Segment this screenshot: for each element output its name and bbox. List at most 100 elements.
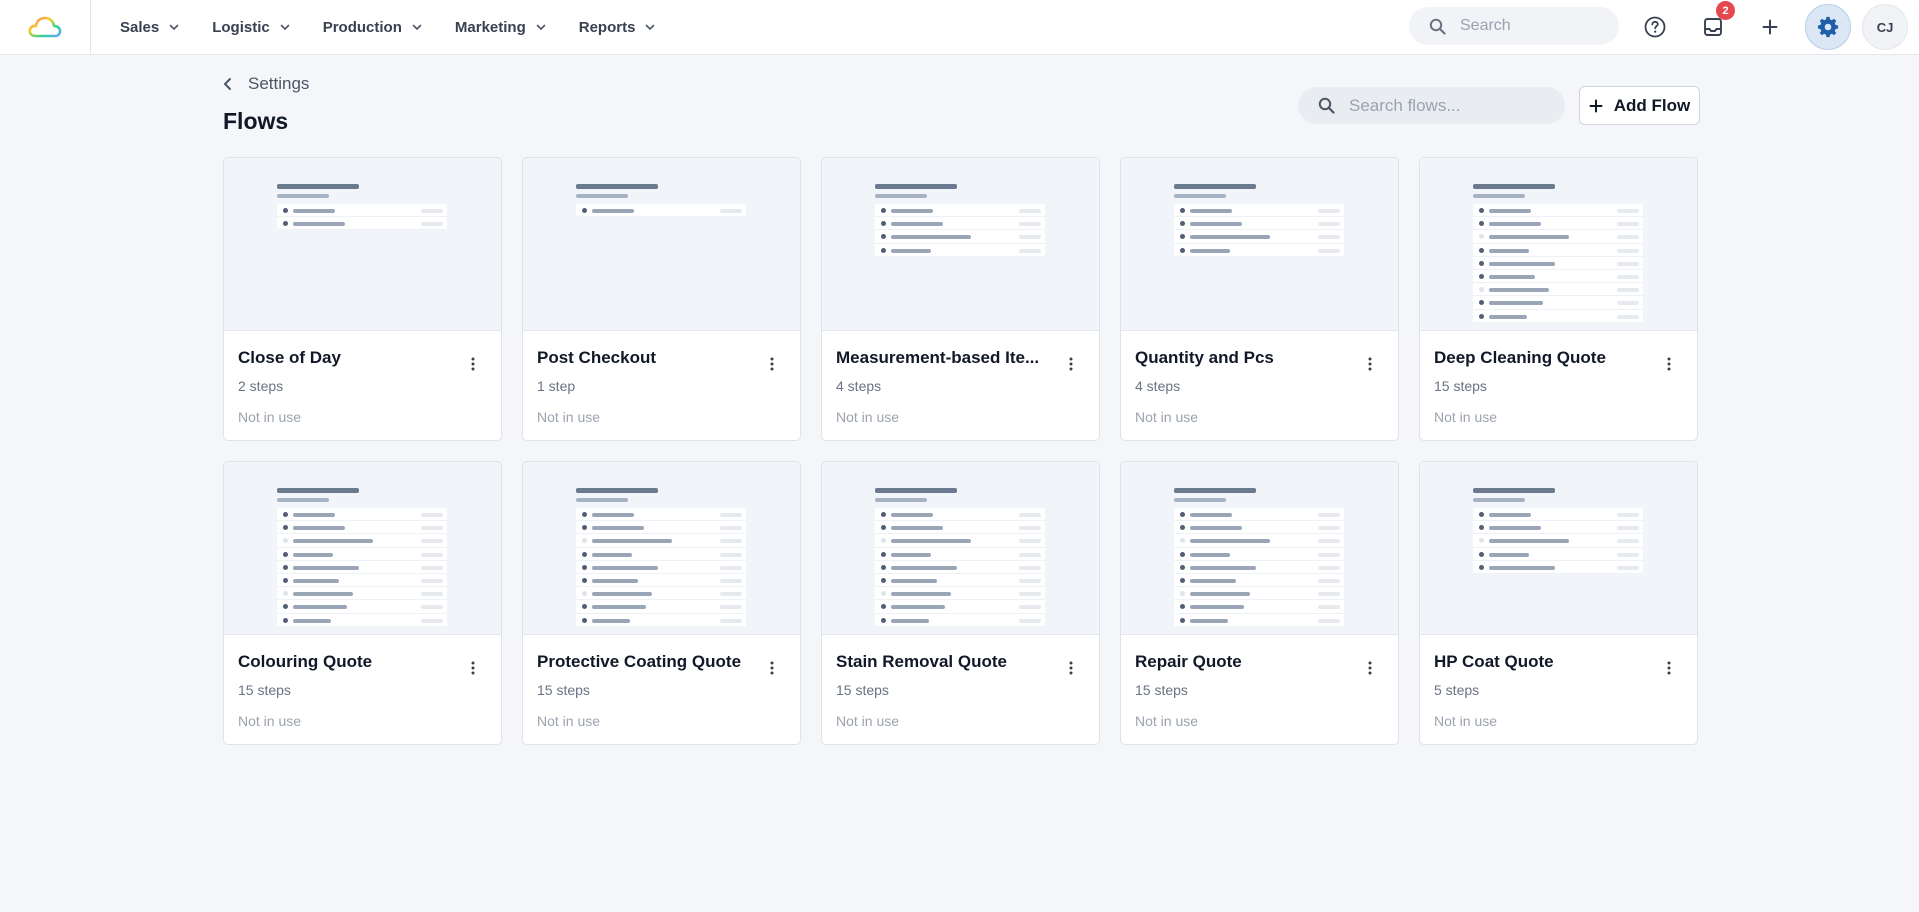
notification-badge: 2 xyxy=(1716,1,1735,20)
flow-options-button[interactable] xyxy=(1063,354,1079,374)
create-button[interactable] xyxy=(1750,7,1790,47)
nav-label: Sales xyxy=(120,18,160,36)
preview-step-list xyxy=(277,508,447,627)
preview-step-row xyxy=(1473,508,1643,522)
avatar[interactable]: CJ xyxy=(1862,4,1908,50)
preview-title-bar xyxy=(1473,488,1555,493)
add-flow-button[interactable]: Add Flow xyxy=(1579,86,1700,125)
flow-options-button[interactable] xyxy=(764,658,780,678)
preview-step-row xyxy=(576,548,746,561)
preview-step-row xyxy=(875,574,1045,588)
preview-step-row xyxy=(875,614,1045,627)
preview-step-row xyxy=(576,521,746,535)
flow-card-grid: Close of Day 2 steps Not in use Post Checko… xyxy=(223,157,1698,745)
more-vertical-icon xyxy=(1667,357,1671,371)
flow-name: Measurement-based Ite... xyxy=(836,348,1040,367)
preview-step-row xyxy=(576,534,746,548)
preview-step-row xyxy=(875,244,1045,257)
preview-step-row xyxy=(277,561,447,574)
more-vertical-icon xyxy=(471,357,475,371)
preview-subtitle-bar xyxy=(1174,498,1226,502)
flow-options-button[interactable] xyxy=(764,354,780,374)
flow-card[interactable]: Quantity and Pcs 4 steps Not in use xyxy=(1120,157,1399,441)
preview-step-row xyxy=(576,574,746,588)
flow-options-button[interactable] xyxy=(1362,658,1378,678)
more-vertical-icon xyxy=(1069,661,1073,675)
help-button[interactable] xyxy=(1635,7,1675,47)
flow-name: Stain Removal Quote xyxy=(836,652,1007,671)
preview-step-row xyxy=(1473,217,1643,231)
flow-name: Quantity and Pcs xyxy=(1135,348,1274,367)
flow-step-count: 4 steps xyxy=(1135,378,1181,394)
preview-step-row xyxy=(576,204,746,218)
plus-icon xyxy=(1589,99,1603,112)
nav-logistic[interactable]: Logistic xyxy=(196,0,307,54)
flow-options-button[interactable] xyxy=(465,658,481,678)
flow-card[interactable]: Post Checkout 1 step Not in use xyxy=(522,157,801,441)
global-search-input[interactable]: Search xyxy=(1409,7,1619,45)
flow-preview-thumbnail xyxy=(523,158,800,331)
gear-icon xyxy=(1817,16,1839,38)
preview-step-row xyxy=(277,534,447,548)
flow-step-count: 15 steps xyxy=(1135,682,1188,698)
flow-options-button[interactable] xyxy=(1362,354,1378,374)
logo[interactable] xyxy=(0,0,91,54)
settings-button[interactable] xyxy=(1805,4,1851,50)
flow-card[interactable]: HP Coat Quote 5 steps Not in use xyxy=(1419,461,1698,745)
flow-step-count: 15 steps xyxy=(1434,378,1487,394)
flow-usage-status: Not in use xyxy=(1434,409,1498,425)
flow-card[interactable]: Measurement-based Ite... 4 steps Not in us… xyxy=(821,157,1100,441)
preview-subtitle-bar xyxy=(1473,194,1525,198)
preview-step-row xyxy=(875,587,1045,601)
plus-icon xyxy=(1762,19,1778,35)
preview-step-row xyxy=(875,534,1045,548)
search-placeholder: Search xyxy=(1460,17,1511,34)
more-vertical-icon xyxy=(1667,661,1671,675)
nav-sales[interactable]: Sales xyxy=(104,0,196,54)
inbox-button[interactable]: 2 xyxy=(1693,1,1735,47)
back-to-settings-link[interactable]: Settings xyxy=(222,74,309,94)
flow-usage-status: Not in use xyxy=(1135,713,1199,729)
preview-step-list xyxy=(1174,508,1344,627)
help-circle-icon xyxy=(1644,16,1666,38)
preview-step-row xyxy=(1174,230,1344,244)
preview-step-row xyxy=(277,587,447,601)
flow-options-button[interactable] xyxy=(465,354,481,374)
flow-preview-thumbnail xyxy=(1420,462,1697,635)
flow-options-button[interactable] xyxy=(1063,658,1079,678)
flow-usage-status: Not in use xyxy=(537,409,601,425)
nav-label: Reports xyxy=(578,18,636,36)
flow-card[interactable]: Stain Removal Quote 15 steps Not in use xyxy=(821,461,1100,745)
preview-step-row xyxy=(875,548,1045,561)
preview-step-row xyxy=(875,217,1045,231)
flow-card[interactable]: Close of Day 2 steps Not in use xyxy=(223,157,502,441)
preview-step-row xyxy=(1473,310,1643,323)
more-vertical-icon xyxy=(1069,357,1073,371)
nav-reports[interactable]: Reports xyxy=(563,0,673,54)
flow-options-button[interactable] xyxy=(1661,354,1677,374)
flow-preview-thumbnail xyxy=(224,462,501,635)
flow-card[interactable]: Colouring Quote 15 steps Not in use xyxy=(223,461,502,745)
preview-step-row xyxy=(576,600,746,614)
search-flows-input[interactable]: Search flows... xyxy=(1298,87,1565,124)
flow-name: Protective Coating Quote xyxy=(537,652,742,671)
flow-card[interactable]: Deep Cleaning Quote 15 steps Not in use xyxy=(1419,157,1698,441)
preview-step-row xyxy=(1174,614,1344,627)
flow-card[interactable]: Repair Quote 15 steps Not in use xyxy=(1120,461,1399,745)
nav-production[interactable]: Production xyxy=(307,0,439,54)
preview-step-list xyxy=(1473,204,1643,323)
preview-step-row xyxy=(277,204,447,218)
flow-name: Deep Cleaning Quote xyxy=(1434,348,1606,367)
avatar-initials: CJ xyxy=(1876,19,1894,35)
nav-marketing[interactable]: Marketing xyxy=(439,0,563,54)
flow-preview-thumbnail xyxy=(822,158,1099,331)
flow-card[interactable]: Protective Coating Quote 15 steps Not in u… xyxy=(522,461,801,745)
preview-step-row xyxy=(277,217,447,231)
back-label: Settings xyxy=(248,74,310,93)
preview-step-row xyxy=(1473,561,1643,574)
search-placeholder: Search flows... xyxy=(1349,95,1461,115)
flow-options-button[interactable] xyxy=(1661,658,1677,678)
chevron-left-icon xyxy=(224,78,231,90)
preview-title-bar xyxy=(875,184,957,189)
preview-step-row xyxy=(1473,257,1643,270)
